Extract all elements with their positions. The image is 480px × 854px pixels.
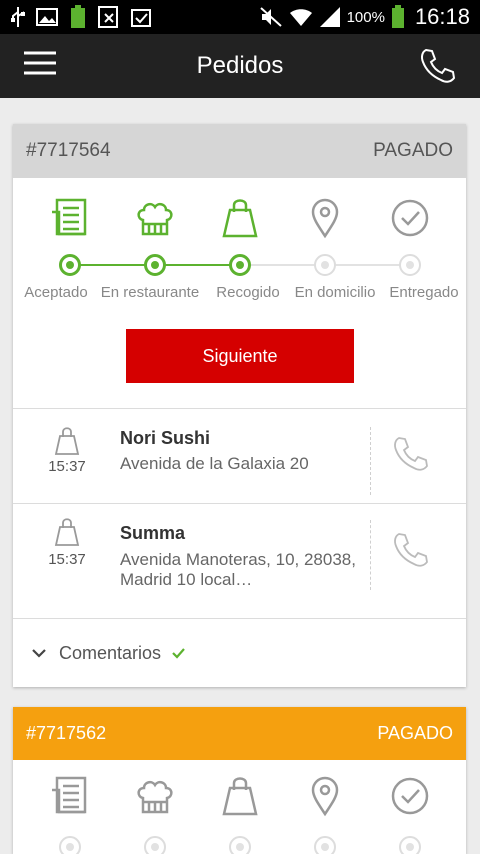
battery-app-icon <box>71 5 85 28</box>
phone-icon[interactable] <box>391 434 433 476</box>
stop-name: Nori Sushi <box>120 428 211 448</box>
chevron-down-icon <box>32 649 46 658</box>
step-label: Recogido <box>216 284 280 301</box>
divider <box>370 427 371 495</box>
step-icons <box>13 178 466 254</box>
image-icon <box>36 8 58 26</box>
shopping-bag-icon <box>54 427 80 455</box>
check-circle-icon <box>391 199 429 237</box>
step-dot <box>229 254 251 276</box>
phone-icon[interactable] <box>391 530 433 572</box>
location-pin-icon <box>311 776 339 817</box>
bx-icon <box>98 6 118 28</box>
stop-name: Summa <box>120 523 186 543</box>
step-dot <box>399 254 421 276</box>
order-id: #7717562 <box>26 723 107 743</box>
step-dot <box>399 836 421 854</box>
comments-label: Comentarios <box>59 642 162 663</box>
shopping-bag-icon <box>54 518 80 546</box>
notification-icons <box>10 5 152 29</box>
stop-item[interactable]: 15:37 Nori Sushi Avenida de la Galaxia 2… <box>13 408 466 503</box>
shopping-bag-icon <box>222 777 258 816</box>
divider <box>370 520 371 590</box>
step-dot <box>144 254 166 276</box>
order-id: #7717564 <box>26 140 111 161</box>
step-icons <box>13 760 466 836</box>
system-icons: 100% 16:18 <box>259 4 470 29</box>
stop-time: 15:37 <box>48 458 86 475</box>
stop-item[interactable]: 15:37 Summa Avenida Manoteras, 10, 28038… <box>13 503 466 618</box>
clock: 16:18 <box>414 4 470 29</box>
step-dot <box>144 836 166 854</box>
progress-track <box>13 836 466 854</box>
step-label: En domicilio <box>294 284 376 301</box>
chef-hat-icon <box>137 202 173 236</box>
order-header: #7717562 PAGADO <box>13 707 466 760</box>
step-label: Entregado <box>389 284 459 301</box>
progress-track <box>13 254 466 278</box>
phone-icon <box>421 48 456 83</box>
hamburger-icon <box>24 51 56 75</box>
order-card[interactable]: #7717564 PAGADO Aceptado En restaurante … <box>13 124 466 687</box>
shopping-bag-icon <box>222 199 258 238</box>
comments-toggle[interactable]: Comentarios <box>13 618 466 687</box>
usb-icon <box>11 7 25 27</box>
call-button[interactable] <box>418 46 458 86</box>
step-labels: Aceptado En restaurante Recogido En domi… <box>13 278 466 306</box>
battery-icon <box>391 5 404 28</box>
stop-time: 15:37 <box>48 551 86 568</box>
step-label: Aceptado <box>24 284 88 301</box>
app-bar: Pedidos <box>0 34 480 98</box>
clipboard-icon <box>131 9 151 27</box>
chef-hat-icon <box>137 780 173 814</box>
step-dot <box>59 836 81 854</box>
payment-status: PAGADO <box>377 723 453 743</box>
step-dot <box>229 836 251 854</box>
order-card[interactable]: #7717562 PAGADO <box>13 707 466 854</box>
signal-icon <box>319 7 340 27</box>
page-title: Pedidos <box>196 52 284 79</box>
battery-percentage: 100% <box>346 8 385 26</box>
step-label: En restaurante <box>100 284 200 301</box>
check-circle-icon <box>391 777 429 815</box>
order-list-icon <box>52 198 87 236</box>
payment-status: PAGADO <box>373 140 453 161</box>
location-pin-icon <box>311 198 339 239</box>
stop-address: Avenida Manoteras, 10, 28038, Madrid 10 … <box>120 550 356 589</box>
menu-button[interactable] <box>22 48 62 84</box>
step-dot <box>314 836 336 854</box>
step-dot <box>314 254 336 276</box>
stop-address: Avenida de la Galaxia 20 <box>120 454 309 473</box>
silent-icon <box>259 7 282 27</box>
order-list-icon <box>52 776 87 814</box>
status-bar: 100% 16:18 <box>0 0 480 34</box>
next-step-button[interactable]: Siguiente <box>126 329 354 383</box>
check-icon <box>172 648 185 659</box>
step-dot <box>59 254 81 276</box>
order-header: #7717564 PAGADO <box>13 124 466 178</box>
wifi-icon <box>289 9 312 26</box>
